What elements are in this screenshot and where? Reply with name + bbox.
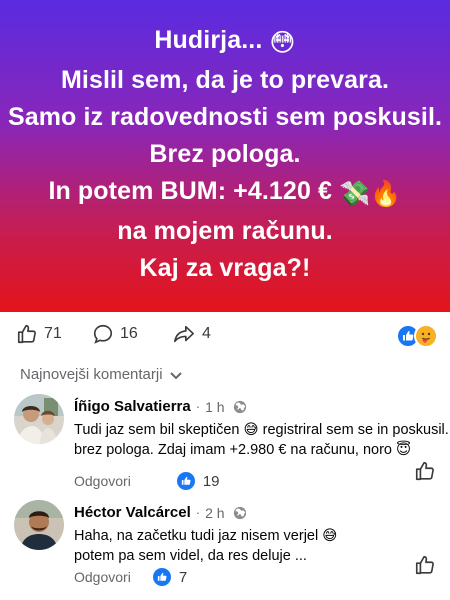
post-hero-banner: Hudirja... 😳 Mislil sem, da je to prevar…: [0, 0, 450, 312]
comment-bubble-icon: [93, 324, 113, 344]
avatar[interactable]: [14, 394, 64, 444]
hero-line-6: na mojem računu.: [117, 217, 333, 245]
hero-line-5: In potem BUM: +4.120 € 💸🔥: [0, 173, 450, 213]
comment-time: 2 h: [205, 504, 225, 521]
like-badge-icon: [176, 472, 195, 490]
hero-line-4: Brez pologa.: [149, 140, 301, 168]
hero-line-2: Mislil sem, da je to prevara.: [60, 66, 390, 94]
reply-button[interactable]: Odgovori: [74, 473, 131, 489]
thumbs-up-icon[interactable]: [414, 460, 436, 482]
comment-like-count[interactable]: 19: [176, 472, 220, 490]
money-fire-emoji: 💸🔥: [339, 180, 402, 208]
like-badge-icon: [152, 568, 171, 586]
comment-count: 16: [120, 325, 138, 342]
comment-text-line-2: brez pologa. Zdaj imam +2.980 € na račun…: [74, 442, 412, 458]
comment-time: 1 h: [205, 398, 225, 415]
care-reaction-icon: [414, 324, 438, 348]
globe-icon: [233, 400, 246, 413]
separator-dot: ·: [195, 505, 201, 520]
commenter-name[interactable]: Íñigo Salvatierra: [74, 398, 191, 415]
commenter-name[interactable]: Héctor Valcárcel: [74, 504, 191, 521]
comment-sort-dropdown[interactable]: Najnovejši komentarji: [20, 366, 183, 383]
comment-text-line-1: Tudi jaz sem bil skeptičen 😅 registriral…: [74, 422, 450, 438]
reply-button[interactable]: Odgovori: [74, 569, 131, 585]
like-count: 71: [44, 325, 62, 342]
hero-line-7: Kaj za vraga?!: [139, 254, 311, 282]
share-action[interactable]: 4: [172, 323, 211, 345]
globe-icon: [233, 506, 246, 519]
reaction-summary[interactable]: [392, 324, 438, 348]
sort-label: Najnovejši komentarji: [20, 366, 163, 383]
flushed-emoji: 😳: [269, 29, 296, 57]
thumbs-up-icon[interactable]: [414, 554, 436, 576]
like-number: 19: [202, 472, 220, 490]
comment-like-count[interactable]: 7: [152, 568, 188, 586]
separator-dot: ·: [195, 399, 201, 414]
share-arrow-icon: [174, 325, 194, 343]
like-action[interactable]: 71: [16, 323, 62, 345]
like-number: 7: [178, 568, 188, 586]
comment-action[interactable]: 16: [92, 323, 138, 345]
post-action-bar: 71 16 4: [0, 312, 450, 360]
chevron-down-icon: [169, 371, 182, 379]
thumbs-up-icon: [17, 324, 36, 344]
hero-line-3: Samo iz radovednosti sem poskusil.: [7, 103, 443, 131]
hero-line-1: Hudirja... 😳: [0, 22, 450, 62]
comment-text-line-1: Haha, na začetku tudi jaz nisem verjel 😅: [74, 528, 338, 544]
share-count: 4: [202, 325, 211, 342]
comment-text-line-2: potem pa sem videl, da res deluje ...: [74, 548, 307, 564]
avatar[interactable]: [14, 500, 64, 550]
